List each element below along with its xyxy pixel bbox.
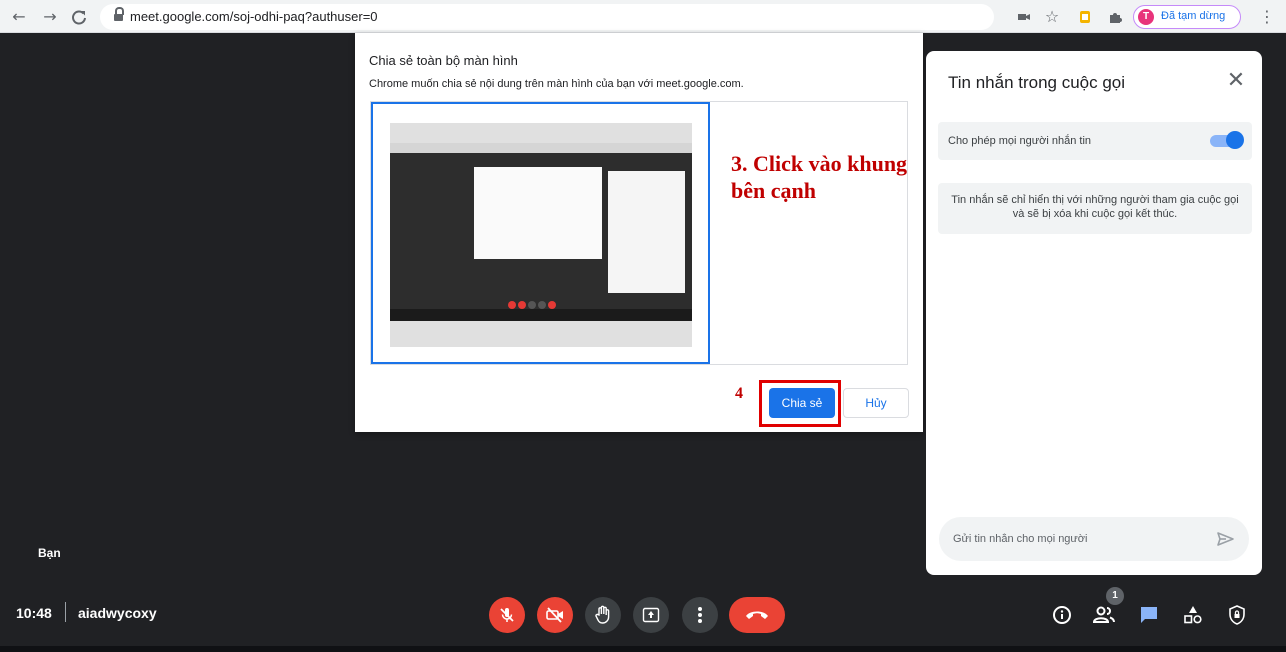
hand-icon [595,605,610,624]
send-icon[interactable] [1215,529,1235,549]
kebab-menu-icon[interactable]: ⋮ [1256,6,1278,28]
raise-hand-button[interactable] [585,597,621,633]
activities-button[interactable] [1175,597,1211,633]
address-bar[interactable]: meet.google.com/soj-odhi-paq?authuser=0 [100,4,994,30]
present-icon [642,607,660,623]
more-options-button[interactable] [682,597,718,633]
forward-icon[interactable]: → [39,6,61,28]
chat-panel: Tin nhắn trong cuộc gọi ✕ Cho phép mọi n… [926,51,1262,575]
activities-icon [1184,606,1202,624]
reload-icon[interactable] [68,6,90,28]
dialog-description: Chrome muốn chia sẻ nội dung trên màn hì… [369,78,744,90]
profile-status: Đã tạm dừng [1161,10,1226,22]
leave-call-button[interactable] [729,597,785,633]
cancel-button[interactable]: Hủy [843,388,909,418]
present-button[interactable] [633,597,669,633]
info-icon [1053,606,1071,624]
screen-picker: 3. Click vào khung bên cạnh [370,101,908,365]
puzzle-icon[interactable] [1104,6,1126,28]
participant-count-badge: 1 [1106,587,1124,605]
allow-chat-row: Cho phép mọi người nhắn tin [938,122,1252,160]
avatar: T [1138,9,1154,25]
url-text: meet.google.com/soj-odhi-paq?authuser=0 [130,9,378,24]
separator [65,602,66,622]
host-controls-button[interactable] [1219,597,1255,633]
bottom-strip [0,646,1286,652]
camera-off-icon [546,607,563,623]
more-vert-icon [698,607,702,623]
annotation-step-4: 4 [735,385,743,402]
clock: 10:48 [16,605,52,621]
allow-chat-toggle[interactable] [1208,131,1244,149]
share-screen-dialog: Chia sẻ toàn bộ màn hình Chrome muốn chi… [355,33,923,432]
chat-info-notice: Tin nhắn sẽ chỉ hiển thị với những người… [938,183,1252,234]
chat-input[interactable] [953,530,1193,548]
share-button[interactable]: Chia sẻ [769,388,835,418]
chat-button[interactable] [1131,597,1167,633]
people-icon [1092,606,1115,623]
self-label: Bạn [38,546,61,560]
shield-lock-icon [1229,605,1245,625]
browser-toolbar: ← → meet.google.com/soj-odhi-paq?authuse… [0,0,1286,33]
dialog-title: Chia sẻ toàn bộ màn hình [369,53,518,68]
allow-chat-label: Cho phép mọi người nhắn tin [948,135,1091,147]
camera-off-button[interactable] [537,597,573,633]
mic-off-icon [500,608,514,622]
profile-button[interactable]: T Đã tạm dừng [1133,5,1241,29]
screen-preview [390,123,692,347]
back-icon[interactable]: ← [8,6,30,28]
screen-thumbnail-tile[interactable] [371,102,710,364]
camera-icon[interactable] [1013,6,1035,28]
chat-icon [1141,607,1157,623]
chat-input-container [939,517,1249,561]
annotation-step-3: 3. Click vào khung bên cạnh [731,151,908,203]
close-icon[interactable]: ✕ [1224,69,1248,93]
star-icon[interactable]: ☆ [1041,6,1063,28]
lock-icon [114,7,124,22]
mic-off-button[interactable] [489,597,525,633]
extension-icon[interactable] [1074,6,1096,28]
chat-title: Tin nhắn trong cuộc gọi [948,73,1126,92]
meeting-code: aiadwycoxy [78,605,157,621]
meeting-details-button[interactable] [1044,597,1080,633]
hang-up-icon [746,611,768,619]
